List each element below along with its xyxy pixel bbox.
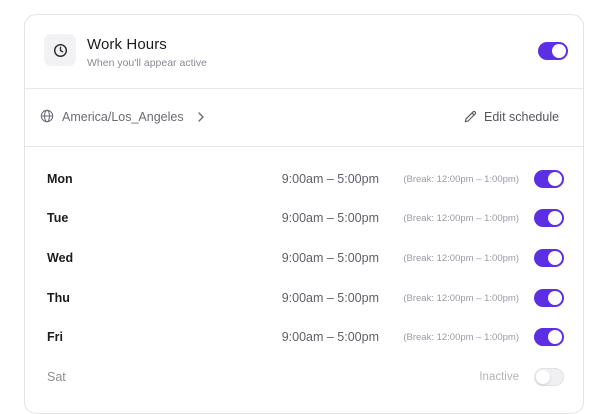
clock-icon xyxy=(44,34,76,66)
toggle-knob xyxy=(548,330,562,344)
day-break: (Break: 12:00pm – 1:00pm) xyxy=(403,174,519,185)
day-name: Sat xyxy=(47,370,66,384)
day-row-tue: Tue 9:00am – 5:00pm (Break: 12:00pm – 1:… xyxy=(25,199,583,239)
day-hours[interactable]: 9:00am – 5:00pm xyxy=(282,291,379,305)
day-toggle-thu[interactable] xyxy=(534,289,564,307)
day-break: (Break: 12:00pm – 1:00pm) xyxy=(403,253,519,264)
toggle-knob xyxy=(552,44,566,58)
day-hours[interactable]: 9:00am – 5:00pm xyxy=(282,211,379,225)
day-toggle-sat[interactable] xyxy=(534,368,564,386)
timezone-label: America/Los_Angeles xyxy=(62,110,184,124)
day-name: Thu xyxy=(47,291,70,305)
day-row-mon: Mon 9:00am – 5:00pm (Break: 12:00pm – 1:… xyxy=(25,160,583,200)
toggle-knob xyxy=(548,251,562,265)
day-toggle-tue[interactable] xyxy=(534,209,564,227)
toggle-knob xyxy=(536,370,550,384)
work-hours-card: Work Hours When you'll appear active Ame… xyxy=(24,14,584,414)
globe-icon xyxy=(40,109,54,123)
day-break: (Break: 12:00pm – 1:00pm) xyxy=(403,213,519,224)
pencil-icon xyxy=(464,110,477,123)
day-name: Wed xyxy=(47,251,74,265)
day-hours[interactable]: 9:00am – 5:00pm xyxy=(282,251,379,265)
edit-schedule-label: Edit schedule xyxy=(484,110,560,124)
toggle-knob xyxy=(548,291,562,305)
day-break: (Break: 12:00pm – 1:00pm) xyxy=(403,293,519,304)
work-hours-header: Work Hours When you'll appear active xyxy=(25,15,583,89)
day-hours[interactable]: 9:00am – 5:00pm xyxy=(282,172,379,186)
day-row-fri: Fri 9:00am – 5:00pm (Break: 12:00pm – 1:… xyxy=(25,318,583,358)
day-name: Fri xyxy=(47,330,63,344)
day-row-wed: Wed 9:00am – 5:00pm (Break: 12:00pm – 1:… xyxy=(25,239,583,279)
toggle-knob xyxy=(548,172,562,186)
chevron-right-icon xyxy=(198,112,204,122)
work-hours-toggle[interactable] xyxy=(538,42,568,60)
timezone-row: America/Los_Angeles Edit schedule xyxy=(25,88,583,147)
page-title: Work Hours xyxy=(87,36,167,53)
page-subtitle: When you'll appear active xyxy=(87,57,207,69)
day-toggle-wed[interactable] xyxy=(534,249,564,267)
day-break: (Break: 12:00pm – 1:00pm) xyxy=(403,332,519,343)
inactive-label: Inactive xyxy=(479,371,519,383)
day-name: Mon xyxy=(47,172,73,186)
day-toggle-mon[interactable] xyxy=(534,170,564,188)
day-toggle-fri[interactable] xyxy=(534,328,564,346)
day-name: Tue xyxy=(47,211,69,225)
day-row-sat: Sat Inactive xyxy=(25,358,583,398)
day-row-thu: Thu 9:00am – 5:00pm (Break: 12:00pm – 1:… xyxy=(25,279,583,319)
day-hours[interactable]: 9:00am – 5:00pm xyxy=(282,330,379,344)
toggle-knob xyxy=(548,211,562,225)
